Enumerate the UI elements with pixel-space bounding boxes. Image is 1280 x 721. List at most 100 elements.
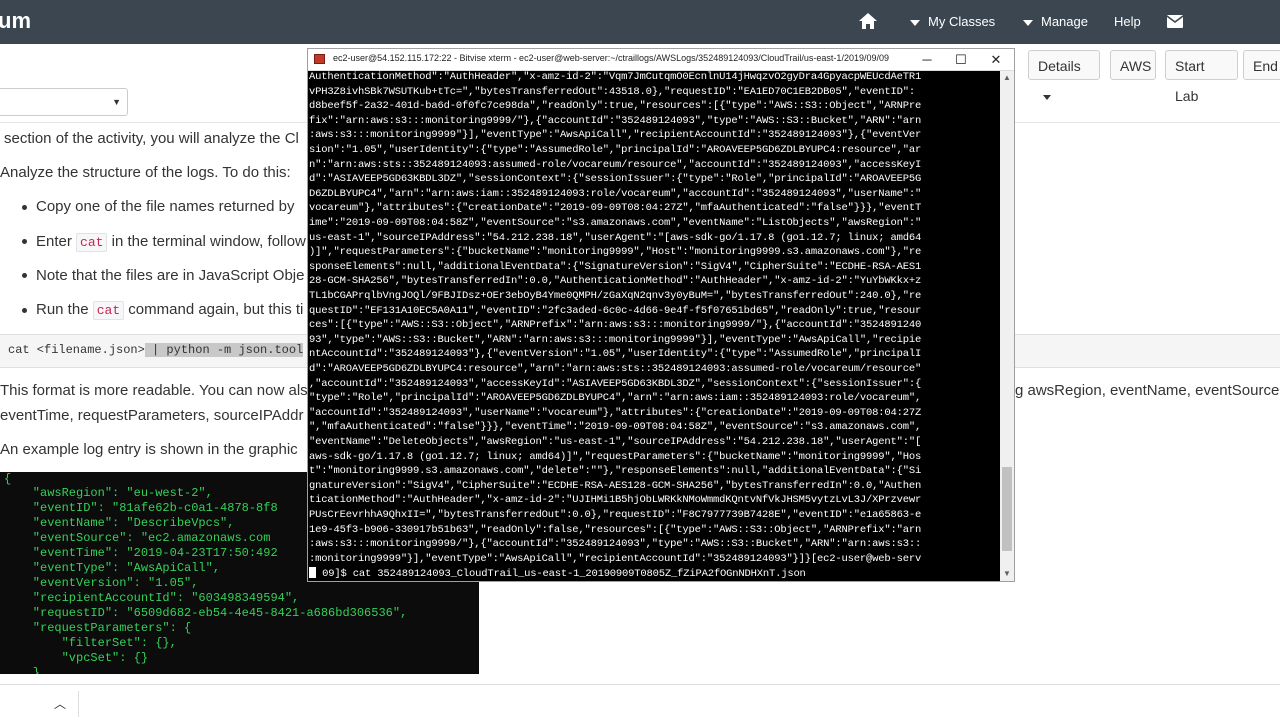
terminal-app-icon bbox=[314, 54, 325, 64]
instruction-paragraph: g awsRegion, eventName, eventSource bbox=[1015, 382, 1280, 399]
terminal-line: t":"monitoring9999.s3.amazonaws.com","de… bbox=[309, 465, 922, 478]
inline-code: cat bbox=[92, 301, 125, 320]
bullet-icon bbox=[22, 273, 27, 278]
terminal-line: ces":[{"type":"AWS::S3::Object","ARNPref… bbox=[309, 319, 922, 332]
json-line: "eventVersion": "1.05", bbox=[4, 576, 199, 590]
terminal-line: "eventName":"DeleteObjects","awsRegion":… bbox=[309, 436, 922, 448]
json-line: "filterSet": {}, bbox=[4, 636, 177, 650]
terminal-line: ntAccountId":"352489124093"},{"eventVers… bbox=[309, 348, 922, 361]
instruction-paragraph: Analyze the structure of the logs. To do… bbox=[0, 164, 291, 181]
terminal-line: n":"arn:aws:sts::352489124093:assumed-ro… bbox=[309, 158, 922, 171]
instruction-step: Enter cat in the terminal window, follow bbox=[36, 233, 306, 252]
json-line: "eventID": "81afe62b-c0a1-4878-8f8 bbox=[4, 501, 278, 515]
terminal-scrollbar[interactable]: ▲ ▼ bbox=[1000, 71, 1014, 581]
bottom-bar: ︿ bbox=[0, 684, 1280, 721]
manage-menu[interactable]: Manage bbox=[1023, 0, 1088, 44]
terminal-line: PUsCrEevrhhA9QhxII=","bytesTransferredOu… bbox=[309, 509, 922, 521]
terminal-line: vPH3Z8ivhSBk7WSUTKub+tTc=","bytesTransfe… bbox=[309, 85, 915, 98]
json-line: "requestParameters": { bbox=[4, 621, 192, 635]
terminal-line: us-east-1","sourceIPAddress":"54.212.238… bbox=[309, 231, 922, 244]
terminal-line: ime":"2019-09-09T08:04:58Z","eventSource… bbox=[309, 217, 922, 229]
step-text: in the terminal window, follow bbox=[111, 233, 306, 250]
code-command[interactable]: cat <filename.json> | python -m json.too… bbox=[8, 343, 304, 357]
terminal-line: sion":"1.05","userIdentity":{"type":"Ass… bbox=[309, 144, 922, 156]
step-text: Enter bbox=[36, 233, 72, 250]
step-text: command again, but this ti bbox=[128, 301, 304, 318]
instruction-step: Note that the files are in JavaScript Ob… bbox=[36, 267, 305, 284]
top-navbar: um My Classes Manage Help bbox=[0, 0, 1280, 44]
terminal-window[interactable]: ec2-user@54.152.115.172:22 - Bitvise xte… bbox=[307, 48, 1015, 582]
json-line: "eventName": "DescribeVpcs", bbox=[4, 516, 235, 530]
divider bbox=[78, 691, 79, 717]
terminal-line: fix":"arn:aws:s3:::monitoring9999/"},{"a… bbox=[309, 114, 922, 127]
bullet-icon bbox=[22, 308, 27, 313]
aws-button[interactable]: AWS bbox=[1110, 50, 1156, 80]
section-select[interactable]: ▼ bbox=[0, 88, 128, 116]
json-line: "requestID": "6509d682-eb54-4e45-8421-a6… bbox=[4, 606, 408, 620]
terminal-line: ticationMethod":"AuthHeader","x-amz-id-2… bbox=[309, 494, 922, 507]
terminal-title: ec2-user@54.152.115.172:22 - Bitvise xte… bbox=[333, 53, 889, 63]
terminal-line: "type":"Role","principalId":"AROAVEEP5GD… bbox=[309, 392, 922, 405]
terminal-line: AuthenticationMethod":"AuthHeader","x-am… bbox=[309, 71, 922, 83]
terminal-line: vocareum"},"attributes":{"creationDate":… bbox=[309, 202, 922, 215]
json-line: { bbox=[4, 472, 12, 486]
json-line: "vpcSet": {} bbox=[4, 651, 149, 665]
terminal-line: 1e9-45f3-b906-330917b51b63","readOnly":f… bbox=[309, 523, 922, 536]
terminal-line: gnatureVersion":"SigV4","CipherSuite":"E… bbox=[309, 479, 922, 492]
instruction-paragraph: An example log entry is shown in the gra… bbox=[0, 441, 298, 458]
terminal-line: sponseElements":null,"additionalEventDat… bbox=[309, 260, 922, 273]
details-button[interactable]: Details bbox=[1028, 50, 1100, 100]
my-classes-menu[interactable]: My Classes bbox=[910, 0, 995, 44]
terminal-line: d":"AROAVEEP5GD6ZDLBYUPC4:resource","arn… bbox=[309, 363, 922, 375]
terminal-line: :aws:s3:::monitoring9999/"},{"accountId"… bbox=[309, 538, 922, 551]
terminal-line: D6ZDLBYUPC4","arn":"arn:aws:iam::3524891… bbox=[309, 187, 922, 200]
terminal-output[interactable]: AuthenticationMethod":"AuthHeader","x-am… bbox=[308, 71, 1000, 581]
terminal-line: 93","type":"AWS::S3::Bucket","ARN":"arn:… bbox=[309, 333, 922, 346]
terminal-line: aws-sdk-go/1.17.8 (go1.12.7; linux; amd6… bbox=[309, 450, 922, 463]
json-line: "awsRegion": "eu-west-2", bbox=[4, 486, 213, 500]
chevron-up-icon[interactable]: ︿ bbox=[54, 695, 66, 712]
code-command-text: cat <filename.json> bbox=[8, 343, 145, 357]
terminal-cursor bbox=[309, 567, 316, 579]
json-line: "eventSource": "ec2.amazonaws.com bbox=[4, 531, 271, 545]
end-lab-button[interactable]: End bbox=[1243, 50, 1280, 80]
terminal-line: d":"ASIAVEEP5GD63KBDL3DZ","sessionContex… bbox=[309, 173, 922, 186]
details-label: Details bbox=[1038, 58, 1081, 74]
step-text: Run the bbox=[36, 301, 89, 318]
manage-label: Manage bbox=[1041, 14, 1088, 29]
caret-down-icon: ▼ bbox=[112, 97, 121, 107]
terminal-line: :aws:s3:::monitoring9999"}],"eventType":… bbox=[309, 129, 922, 142]
brand-logo-text[interactable]: um bbox=[0, 8, 31, 34]
caret-down-icon bbox=[1023, 19, 1033, 26]
terminal-line: questID":"EF131A10EC5A0A11","eventID":"2… bbox=[309, 304, 922, 317]
close-icon[interactable]: ✕ bbox=[979, 49, 1013, 70]
terminal-line: :monitoring9999"}],"eventType":"AwsApiCa… bbox=[309, 552, 922, 565]
instruction-paragraph: This format is more readable. You can no… bbox=[0, 382, 308, 399]
home-icon[interactable] bbox=[858, 0, 880, 44]
terminal-titlebar[interactable]: ec2-user@54.152.115.172:22 - Bitvise xte… bbox=[308, 49, 1014, 71]
help-link[interactable]: Help bbox=[1114, 0, 1141, 44]
scroll-up-icon[interactable]: ▲ bbox=[1000, 71, 1014, 85]
json-line: }, bbox=[4, 666, 48, 674]
terminal-prompt-line[interactable]: 09]$ cat 352489124093_CloudTrail_us-east… bbox=[309, 567, 806, 580]
terminal-line: d8beef5f-2a32-401d-ba6d-0f0fc7ce98da","r… bbox=[309, 100, 922, 113]
instruction-step: Copy one of the file names returned by bbox=[36, 198, 295, 215]
terminal-line: )]","requestParameters":{"bucketName":"m… bbox=[309, 246, 922, 259]
start-lab-button[interactable]: Start Lab bbox=[1165, 50, 1238, 104]
minimize-icon[interactable]: ─ bbox=[910, 49, 944, 70]
terminal-line: ","mfaAuthenticated":"false"}}},"eventTi… bbox=[309, 421, 922, 434]
caret-down-icon bbox=[910, 19, 920, 26]
scrollbar-thumb[interactable] bbox=[1002, 467, 1012, 551]
terminal-prompt: 09]$ cat 352489124093_CloudTrail_us-east… bbox=[316, 568, 806, 581]
caret-down-icon bbox=[1043, 94, 1051, 100]
terminal-line: 28-GCM-SHA256","bytesTransferredIn":0.0,… bbox=[309, 275, 922, 288]
json-line: "recipientAccountId": "603498349594", bbox=[4, 591, 300, 605]
scroll-down-icon[interactable]: ▼ bbox=[1000, 567, 1014, 581]
terminal-line: "accountId":"352489124093","userName":"v… bbox=[309, 406, 922, 419]
maximize-icon[interactable]: ☐ bbox=[944, 49, 978, 70]
my-classes-label: My Classes bbox=[928, 14, 996, 29]
instruction-paragraph: section of the activity, you will analyz… bbox=[4, 130, 299, 147]
instruction-paragraph: eventTime, requestParameters, sourceIPAd… bbox=[0, 407, 304, 424]
json-line: "eventType": "AwsApiCall", bbox=[4, 561, 221, 575]
code-selection: | python -m json.tool bbox=[144, 343, 304, 357]
